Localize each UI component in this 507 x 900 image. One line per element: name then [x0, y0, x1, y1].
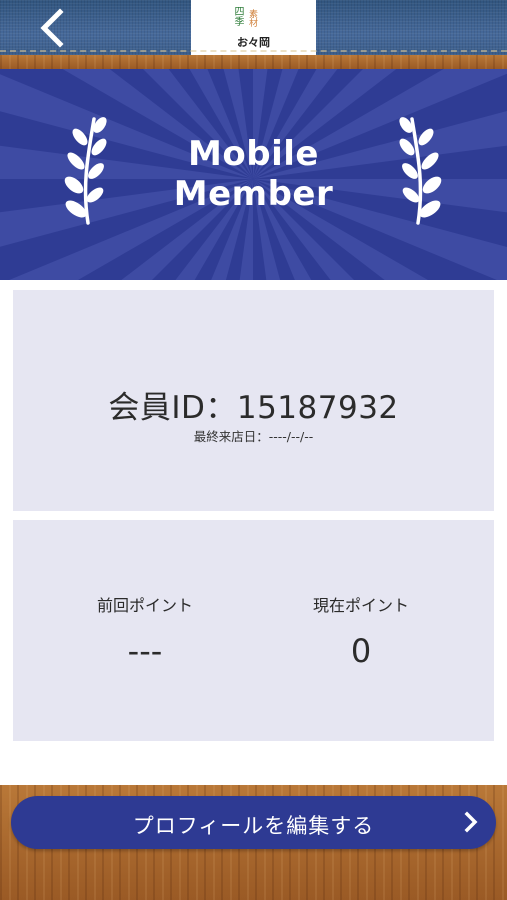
points-card: 前回ポイント --- 現在ポイント 0 [13, 520, 494, 741]
previous-points-label: 前回ポイント [96, 596, 193, 615]
logo-shop-name: お々岡 [237, 36, 270, 49]
current-points-value: 0 [350, 632, 372, 670]
member-content: 会員ID：15187932 最終来店日：----/--/-- 前回ポイント --… [0, 280, 507, 785]
edit-profile-label: プロフィールを編集する [132, 814, 375, 838]
chevron-right-icon [464, 811, 478, 833]
member-id-card: 会員ID：15187932 最終来店日：----/--/-- [13, 290, 494, 511]
edit-profile-button[interactable]: プロフィールを編集する [11, 796, 496, 849]
last-visit-date: 最終来店日：----/--/-- [193, 429, 314, 444]
member-id: 会員ID：15187932 [108, 390, 399, 426]
shop-logo: 四季 素材 お々岡 [191, 0, 316, 55]
member-banner: Mobile Member [0, 69, 507, 280]
wood-divider [0, 55, 507, 69]
current-points-label: 現在ポイント [312, 596, 409, 615]
app-header: 四季 素材 お々岡 [0, 0, 507, 58]
banner-title-line1: Mobile [188, 134, 319, 174]
back-button[interactable] [32, 6, 76, 50]
banner-title-line2: Member [173, 174, 334, 214]
current-points: 現在ポイント 0 [241, 520, 481, 741]
previous-points: 前回ポイント --- [25, 520, 265, 741]
previous-points-value: --- [127, 632, 163, 670]
logo-ingredient-text: 素材 [247, 9, 257, 27]
chevron-left-icon [40, 8, 64, 48]
logo-season-text: 四季 [232, 6, 243, 26]
